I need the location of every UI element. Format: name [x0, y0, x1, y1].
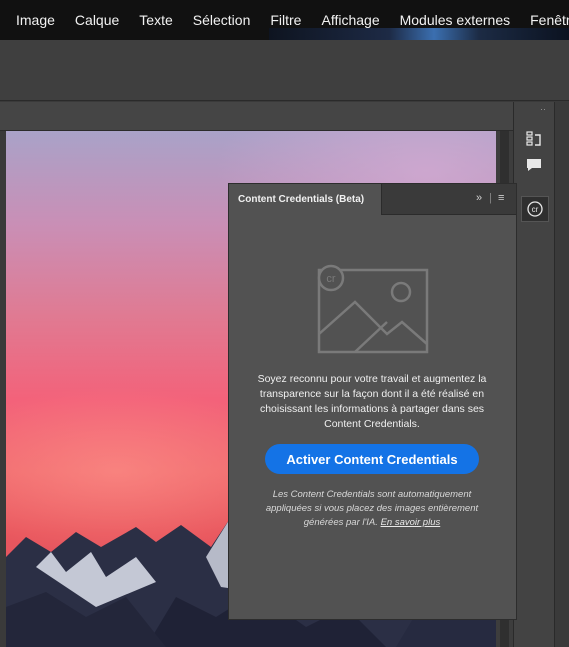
options-bar — [0, 40, 569, 101]
svg-text:cr: cr — [532, 205, 539, 214]
menu-image[interactable]: Image — [16, 12, 55, 28]
menu-bar: Image Calque Texte Sélection Filtre Affi… — [0, 0, 569, 40]
menu-modules-externes[interactable]: Modules externes — [400, 12, 511, 28]
dock-icon-column — [514, 102, 555, 647]
menu-texte[interactable]: Texte — [139, 12, 172, 28]
panel-tab[interactable]: Content Credentials (Beta) — [229, 184, 382, 215]
expand-panel-icon[interactable]: » — [476, 192, 482, 204]
menu-affichage[interactable]: Affichage — [321, 12, 379, 28]
comment-icon[interactable] — [523, 154, 545, 176]
title-bar-artwork — [269, 28, 569, 40]
menu-selection[interactable]: Sélection — [193, 12, 251, 28]
right-dock: ·· cr — [513, 102, 569, 647]
panel-title: Content Credentials (Beta) — [238, 194, 365, 205]
menu-filtre[interactable]: Filtre — [270, 12, 301, 28]
learn-more-link[interactable]: En savoir plus — [381, 517, 441, 528]
history-icon[interactable] — [523, 128, 545, 150]
panel-menu-icon[interactable]: ≡ — [498, 192, 504, 204]
image-placeholder-icon: cr — [317, 264, 429, 354]
panel-description: Soyez reconnu pour votre travail et augm… — [257, 373, 487, 430]
document-tab-bar — [0, 102, 513, 131]
panel-divider: | — [489, 192, 492, 204]
content-credentials-icon[interactable]: cr — [521, 196, 549, 222]
dock-grip[interactable]: ·· — [540, 104, 546, 114]
menu-fenetre[interactable]: Fenêtre — [530, 12, 569, 28]
activate-content-credentials-button[interactable]: Activer Content Credentials — [265, 444, 479, 474]
menu-calque[interactable]: Calque — [75, 12, 119, 28]
menu-items: Image Calque Texte Sélection Filtre Affi… — [16, 12, 569, 28]
illustration-badge: cr — [326, 273, 336, 285]
content-credentials-panel: Content Credentials (Beta) » | ≡ cr Soye… — [228, 183, 517, 620]
note-text: Les Content Credentials sont automatique… — [265, 489, 479, 528]
panel-note: Les Content Credentials sont automatique… — [249, 488, 495, 530]
